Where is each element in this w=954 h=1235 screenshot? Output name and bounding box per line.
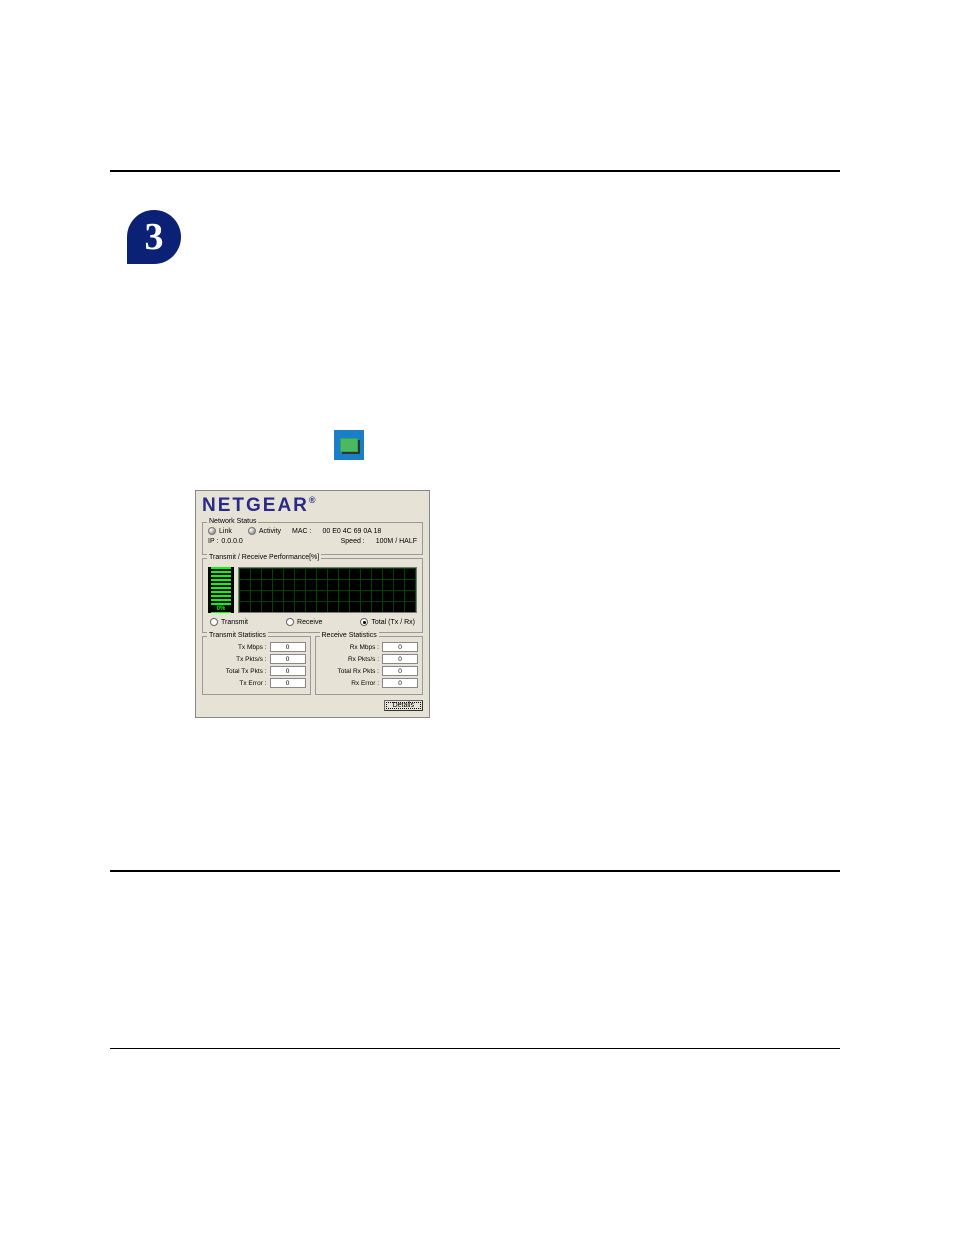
transmit-statistics-legend: Transmit Statistics: [207, 632, 268, 639]
stat-row: Rx Error :0: [320, 678, 419, 688]
transmit-statistics-group: Transmit Statistics Tx Mbps :0 Tx Pkts/s…: [202, 636, 311, 695]
ip-value: 0.0.0.0: [221, 538, 242, 545]
details-button[interactable]: Details: [384, 700, 423, 711]
mac-label: MAC :: [292, 528, 311, 535]
mac-value: 00 E0 4C 69 0A 18: [322, 528, 381, 535]
stat-value: 0: [270, 666, 306, 676]
link-led-icon: [208, 527, 216, 535]
stat-row: Rx Pkts/s :0: [320, 654, 419, 664]
step-badge: 3: [127, 210, 181, 264]
performance-radio-row: Transmit Receive Total (Tx / Rx): [208, 618, 417, 626]
radio-receive-label: Receive: [297, 619, 322, 626]
radio-icon: [210, 618, 218, 626]
top-rule: [110, 170, 840, 172]
stat-label: Rx Pkts/s :: [320, 656, 383, 663]
footer-rule: [110, 1048, 840, 1049]
stat-label: Rx Mbps :: [320, 644, 383, 651]
radio-total[interactable]: Total (Tx / Rx): [360, 618, 415, 626]
statistics-pair: Transmit Statistics Tx Mbps :0 Tx Pkts/s…: [202, 636, 423, 695]
stat-label: Tx Error :: [207, 680, 270, 687]
radio-transmit-label: Transmit: [221, 619, 248, 626]
radio-transmit[interactable]: Transmit: [210, 618, 248, 626]
monitor-icon: [340, 438, 358, 452]
stat-value: 0: [382, 654, 418, 664]
performance-body: 0%: [208, 567, 417, 613]
netgear-status-dialog: NETGEAR® Network Status Link Activity MA…: [195, 490, 430, 718]
stat-value: 0: [382, 642, 418, 652]
stat-row: Rx Mbps :0: [320, 642, 419, 652]
stat-label: Tx Mbps :: [207, 644, 270, 651]
radio-icon: [360, 618, 368, 626]
bottom-rule: [110, 870, 840, 872]
stat-row: Total Tx Pkts :0: [207, 666, 306, 676]
network-status-row-1: Link Activity MAC : 00 E0 4C 69 0A 18: [208, 527, 417, 535]
stat-label: Total Rx Pkts :: [320, 668, 383, 675]
radio-icon: [286, 618, 294, 626]
network-status-row-2: IP : 0.0.0.0 Speed : 100M / HALF: [208, 538, 417, 545]
performance-graph: [238, 567, 417, 613]
stat-label: Tx Pkts/s :: [207, 656, 270, 663]
link-label: Link: [219, 528, 232, 535]
stat-value: 0: [270, 654, 306, 664]
brand-logo: NETGEAR®: [202, 495, 423, 519]
activity-led-icon: [248, 527, 256, 535]
speed-value: 100M / HALF: [376, 538, 417, 545]
document-page: 3 NETGEAR® Network Status Link Activity …: [110, 170, 840, 172]
receive-statistics-legend: Receive Statistics: [320, 632, 379, 639]
stat-row: Tx Error :0: [207, 678, 306, 688]
stat-value: 0: [270, 642, 306, 652]
dialog-button-row: Details: [202, 700, 423, 711]
speed-label: Speed :: [341, 538, 365, 545]
performance-group: Transmit / Receive Performance[%] 0% Tra…: [202, 558, 423, 633]
stat-row: Tx Mbps :0: [207, 642, 306, 652]
stat-row: Tx Pkts/s :0: [207, 654, 306, 664]
performance-legend: Transmit / Receive Performance[%]: [207, 554, 321, 561]
radio-total-label: Total (Tx / Rx): [371, 619, 415, 626]
stat-value: 0: [270, 678, 306, 688]
stat-value: 0: [382, 678, 418, 688]
brand-text: NETGEAR: [202, 495, 309, 516]
system-tray-icon: [334, 430, 364, 460]
activity-label: Activity: [259, 528, 281, 535]
brand-registered: ®: [309, 495, 318, 505]
stat-label: Rx Error :: [320, 680, 383, 687]
step-number: 3: [145, 215, 164, 259]
network-status-legend: Network Status: [207, 518, 258, 525]
stat-value: 0: [382, 666, 418, 676]
network-status-group: Network Status Link Activity MAC : 00 E0…: [202, 522, 423, 555]
performance-percent: 0%: [208, 606, 234, 612]
stat-row: Total Rx Pkts :0: [320, 666, 419, 676]
radio-receive[interactable]: Receive: [286, 618, 322, 626]
receive-statistics-group: Receive Statistics Rx Mbps :0 Rx Pkts/s …: [315, 636, 424, 695]
performance-bar: 0%: [208, 567, 234, 613]
ip-label: IP :: [208, 538, 218, 545]
stat-label: Total Tx Pkts :: [207, 668, 270, 675]
